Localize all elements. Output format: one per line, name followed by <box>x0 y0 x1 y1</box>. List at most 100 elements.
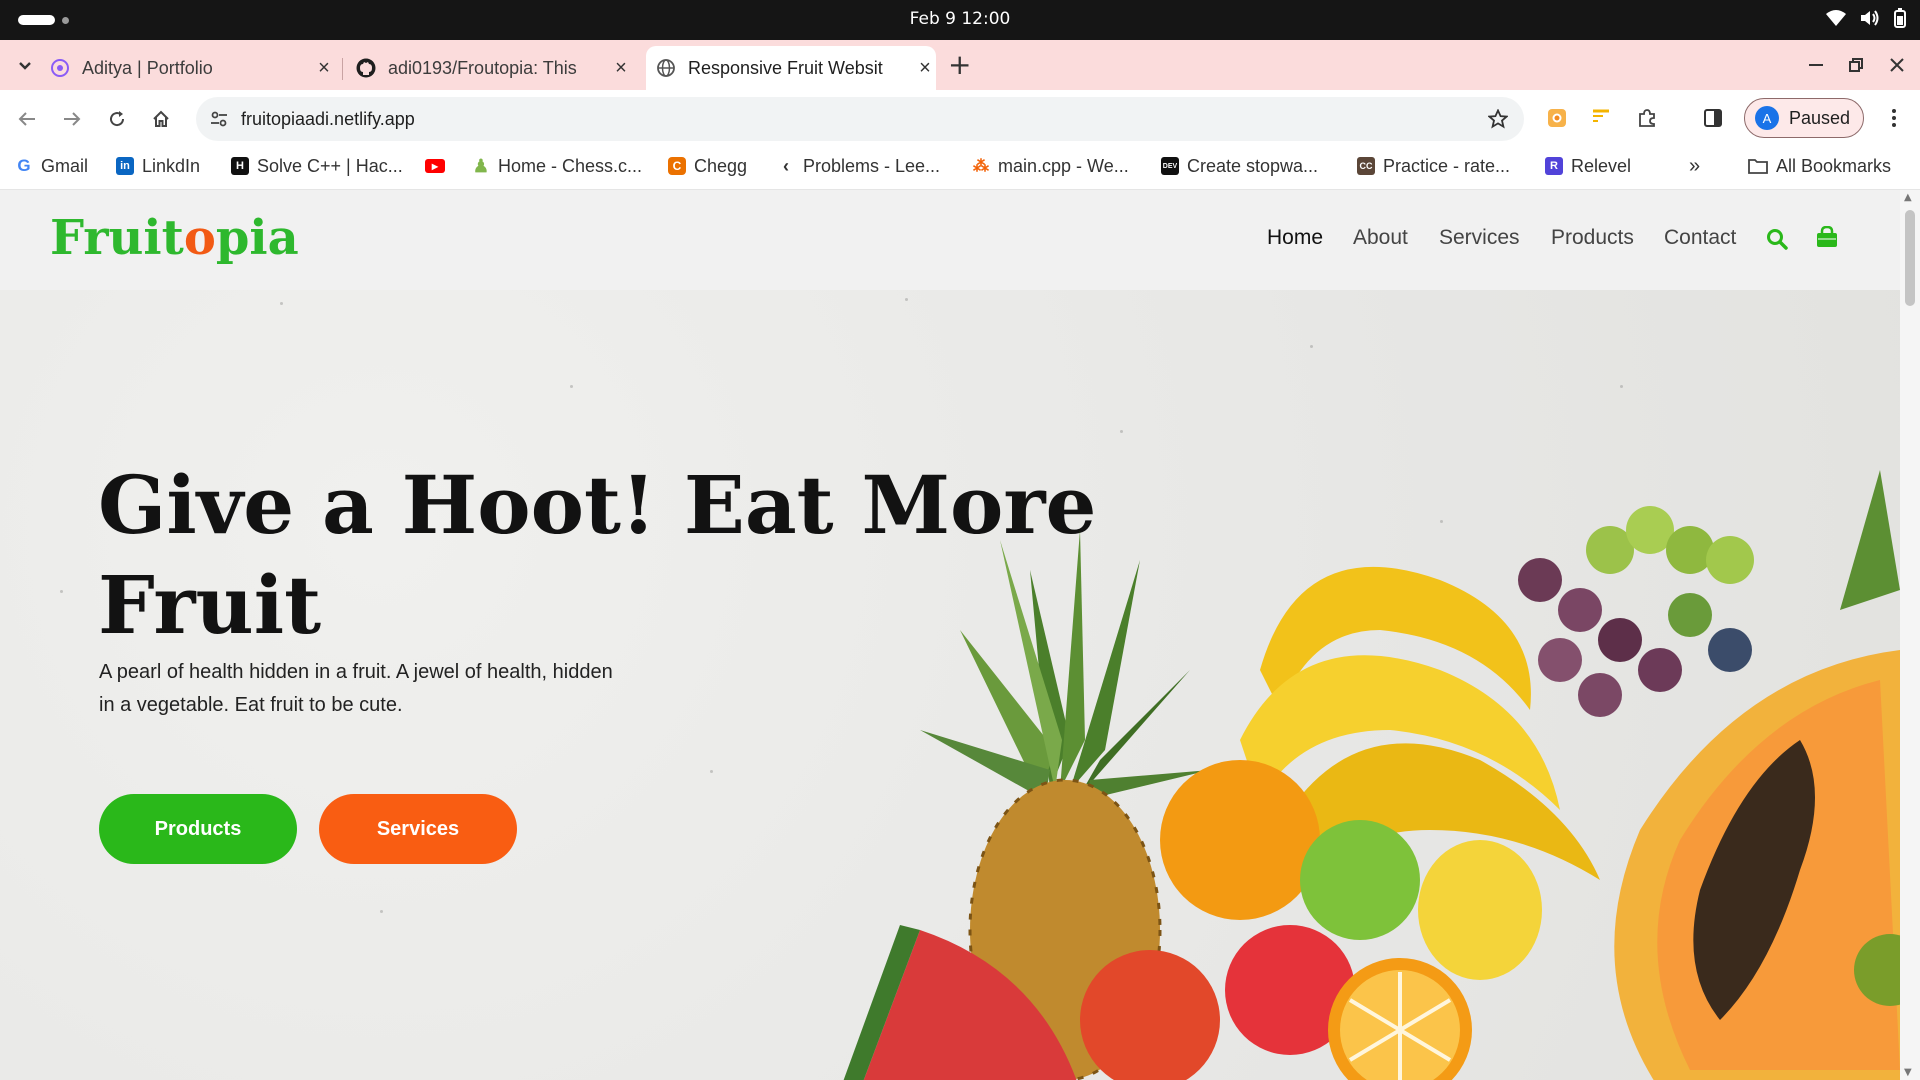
codechef-icon: CC <box>1357 157 1375 175</box>
youtube-icon: ▶ <box>425 159 445 173</box>
texture-speck <box>280 302 283 305</box>
tab-title: Responsive Fruit Websit <box>688 57 883 78</box>
bookmark-relevel[interactable]: R Relevel <box>1545 146 1631 186</box>
browser-toolbar: fruitopiaadi.netlify.app A Paused <box>0 90 1920 146</box>
nav-home[interactable]: Home <box>1267 226 1323 250</box>
grapes <box>1518 506 1754 717</box>
nav-services[interactable]: Services <box>1439 226 1520 250</box>
system-tray[interactable] <box>1826 8 1906 28</box>
shopping-bag-icon[interactable] <box>1816 226 1838 248</box>
url-text[interactable]: fruitopiaadi.netlify.app <box>241 97 415 141</box>
texture-speck <box>60 590 63 593</box>
hero-description: A pearl of health hidden in a fruit. A j… <box>99 661 613 716</box>
services-button[interactable]: Services <box>319 794 517 864</box>
dev-icon: DEV <box>1161 157 1179 175</box>
chegg-icon: C <box>668 157 686 175</box>
search-icon[interactable] <box>1766 228 1788 250</box>
tab-title: adi0193/Froutopia: This <box>388 57 577 78</box>
more-bookmarks-button[interactable]: » <box>1689 146 1700 186</box>
battery-icon <box>1894 8 1906 28</box>
minimize-icon[interactable] <box>1801 50 1831 80</box>
restore-icon[interactable] <box>1841 50 1871 80</box>
logo-part: o <box>183 210 216 266</box>
replit-icon: ⁂ <box>973 158 989 175</box>
site-logo[interactable]: Fruitopia <box>50 210 299 266</box>
wifi-icon <box>1826 10 1846 26</box>
texture-speck <box>1310 345 1313 348</box>
orange <box>1160 760 1320 920</box>
extension-honey-icon[interactable] <box>1543 104 1571 132</box>
tab-github[interactable]: adi0193/Froutopia: This × <box>356 46 632 90</box>
close-tab-icon[interactable]: × <box>313 57 335 80</box>
bookmark-label: Create stopwa... <box>1187 155 1319 176</box>
relevel-icon: R <box>1545 157 1563 175</box>
texture-speck <box>380 910 383 913</box>
folder-icon <box>1748 159 1768 174</box>
portfolio-favicon-icon <box>50 58 70 78</box>
home-button[interactable] <box>144 102 178 136</box>
forward-button[interactable] <box>55 102 89 136</box>
nav-products[interactable]: Products <box>1551 226 1634 250</box>
star-icon[interactable] <box>1488 109 1508 129</box>
system-clock[interactable]: Feb 9 12:00 <box>0 0 1920 38</box>
more-menu-icon[interactable] <box>1880 104 1908 132</box>
reload-button[interactable] <box>100 102 134 136</box>
tab-title: Aditya | Portfolio <box>82 57 213 78</box>
bookmark-gmail[interactable]: G Gmail <box>15 146 88 186</box>
linkedin-icon: in <box>116 157 134 175</box>
address-bar[interactable]: fruitopiaadi.netlify.app <box>196 97 1524 141</box>
side-panel-icon[interactable] <box>1699 104 1727 132</box>
bookmark-chegg[interactable]: C Chegg <box>668 146 747 186</box>
site-header: Fruitopia Home About Services Products C… <box>0 190 1900 291</box>
scroll-up-icon[interactable]: ▲ <box>1904 192 1912 203</box>
nav-contact[interactable]: Contact <box>1664 226 1736 250</box>
texture-speck <box>570 385 573 388</box>
bookmark-dev[interactable]: DEV Create stopwa... <box>1161 146 1318 186</box>
tab-strip: Aditya | Portfolio × adi0193/Froutopia: … <box>0 40 1920 90</box>
products-button[interactable]: Products <box>99 794 297 864</box>
chess-icon: ♟ <box>472 155 490 176</box>
back-button[interactable] <box>10 102 44 136</box>
extension-cast-icon[interactable] <box>1587 104 1615 132</box>
pineapple-leaves <box>920 530 1210 800</box>
profile-status: Paused <box>1789 107 1851 128</box>
bookmark-label: Problems - Lee... <box>803 155 941 176</box>
bookmark-linkedin[interactable]: in LinkdIn <box>116 146 200 186</box>
hero-section: Give a Hoot! Eat More Fruit A pearl of h… <box>0 290 1900 1080</box>
close-window-icon[interactable] <box>1882 50 1912 80</box>
close-tab-icon[interactable]: × <box>610 57 632 80</box>
bookmark-codechef[interactable]: CC Practice - rate... <box>1357 146 1510 186</box>
scrollbar-thumb[interactable] <box>1905 210 1915 306</box>
profile-button[interactable]: A Paused <box>1744 98 1864 138</box>
nav-about[interactable]: About <box>1353 226 1408 250</box>
extensions-puzzle-icon[interactable] <box>1633 104 1661 132</box>
logo-part: Fruit <box>50 210 184 266</box>
logo-part: pia <box>215 210 299 266</box>
all-bookmarks-label: All Bookmarks <box>1776 155 1892 176</box>
pineapple-leaf <box>1840 470 1900 610</box>
scroll-down-icon[interactable]: ▼ <box>1904 1067 1912 1078</box>
new-tab-button[interactable]: + <box>948 50 971 80</box>
all-bookmarks-button[interactable]: All Bookmarks <box>1748 146 1891 186</box>
bookmark-leetcode[interactable]: ‹ Problems - Lee... <box>777 146 940 186</box>
bookmark-label: Practice - rate... <box>1383 155 1511 176</box>
home-icon <box>153 110 169 127</box>
close-tab-icon[interactable]: × <box>914 57 936 80</box>
arrow-left-icon <box>18 112 35 126</box>
bookmark-label: Solve C++ | Hac... <box>257 155 403 176</box>
tab-fruitopia-active[interactable]: Responsive Fruit Websit × <box>646 46 936 90</box>
bookmark-chess[interactable]: ♟ Home - Chess.c... <box>472 146 642 186</box>
bookmark-label: Relevel <box>1571 155 1632 176</box>
site-info-icon[interactable] <box>210 110 228 128</box>
bookmark-youtube[interactable]: ▶ <box>425 146 453 186</box>
arrow-right-icon <box>64 112 81 126</box>
chevron-down-icon <box>19 62 31 70</box>
double-chevron-right-icon: » <box>1689 154 1701 177</box>
bookmark-replit[interactable]: ⁂ main.cpp - We... <box>972 146 1129 186</box>
tab-portfolio[interactable]: Aditya | Portfolio × <box>50 46 335 90</box>
page-scrollbar[interactable]: ▲ ▼ <box>1900 190 1920 1080</box>
tab-search-button[interactable] <box>8 51 42 81</box>
lemon <box>1418 840 1542 980</box>
bookmark-hackerrank[interactable]: H Solve C++ | Hac... <box>231 146 403 186</box>
globe-icon <box>656 58 676 78</box>
